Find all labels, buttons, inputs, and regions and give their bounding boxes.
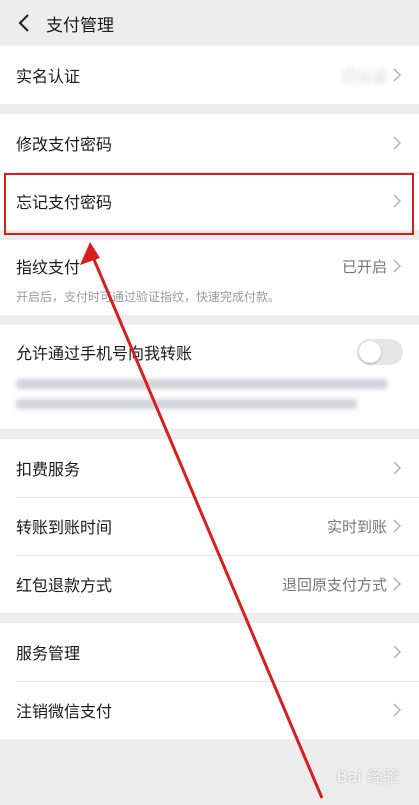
verification-status: 已认证 (341, 66, 387, 85)
row-phone-transfer: 允许通过手机号向我转账 (0, 325, 419, 429)
row-label: 修改支付密码 (16, 135, 113, 154)
section-identity: 实名认证 已认证 (0, 46, 419, 104)
section-management: 服务管理 注销微信支付 (0, 623, 419, 739)
row-red-packet-refund[interactable]: 红包退款方式 退回原支付方式 (0, 555, 419, 613)
chevron-right-icon (393, 136, 403, 150)
row-line: 允许通过手机号向我转账 (16, 339, 403, 365)
row-forgot-password[interactable]: 忘记支付密码 (0, 172, 419, 230)
toggle-knob (359, 341, 381, 363)
row-line: 指纹支付 已开启 (16, 254, 403, 278)
chevron-right-icon (393, 645, 403, 659)
chevron-right-icon (393, 577, 403, 591)
phone-transfer-toggle[interactable] (357, 339, 403, 365)
row-deduction-service[interactable]: 扣费服务 (0, 439, 419, 497)
row-fingerprint-pay[interactable]: 指纹支付 已开启 开启后，支付时可通过验证指纹，快速完成付款。 (0, 240, 419, 315)
page-title: 支付管理 (46, 15, 114, 36)
row-label: 扣费服务 (16, 460, 81, 479)
row-label: 指纹支付 (16, 258, 81, 277)
blurred-description (16, 379, 403, 409)
row-transfer-arrival-time[interactable]: 转账到账时间 实时到账 (0, 497, 419, 555)
blurred-line (16, 379, 388, 389)
chevron-right-icon (393, 519, 403, 533)
row-label: 注销微信支付 (16, 702, 113, 721)
chevron-right-icon (393, 194, 403, 208)
row-service-management[interactable]: 服务管理 (0, 623, 419, 681)
refund-method-value: 退回原支付方式 (281, 575, 387, 594)
blurred-line (16, 399, 357, 409)
section-fingerprint: 指纹支付 已开启 开启后，支付时可通过验证指纹，快速完成付款。 (0, 240, 419, 315)
back-arrow-icon[interactable] (12, 11, 36, 35)
section-password: 修改支付密码 忘记支付密码 (0, 114, 419, 230)
row-label: 允许通过手机号向我转账 (16, 344, 193, 363)
fingerprint-status: 已开启 (341, 257, 387, 276)
fingerprint-hint: 开启后，支付时可通过验证指纹，快速完成付款。 (16, 290, 281, 304)
section-services: 扣费服务 转账到账时间 实时到账 红包退款方式 退回原支付方式 (0, 439, 419, 613)
chevron-right-icon (393, 703, 403, 717)
transfer-time-value: 实时到账 (326, 517, 387, 536)
chevron-right-icon (393, 68, 403, 82)
row-label: 转账到账时间 (16, 518, 113, 537)
chevron-right-icon (393, 259, 403, 273)
row-change-password[interactable]: 修改支付密码 (0, 114, 419, 172)
row-label: 红包退款方式 (16, 576, 113, 595)
row-real-name-verification[interactable]: 实名认证 已认证 (0, 46, 419, 104)
chevron-right-icon (393, 461, 403, 475)
row-label: 实名认证 (16, 67, 81, 86)
row-label: 忘记支付密码 (16, 193, 113, 212)
row-deactivate-wechat-pay[interactable]: 注销微信支付 (0, 681, 419, 739)
top-bar: 支付管理 (0, 0, 419, 46)
watermark: Bai 经验 (337, 763, 399, 787)
row-label: 服务管理 (16, 644, 81, 663)
section-phone-transfer: 允许通过手机号向我转账 (0, 325, 419, 429)
watermark-text: Bai 经验 (336, 767, 399, 786)
